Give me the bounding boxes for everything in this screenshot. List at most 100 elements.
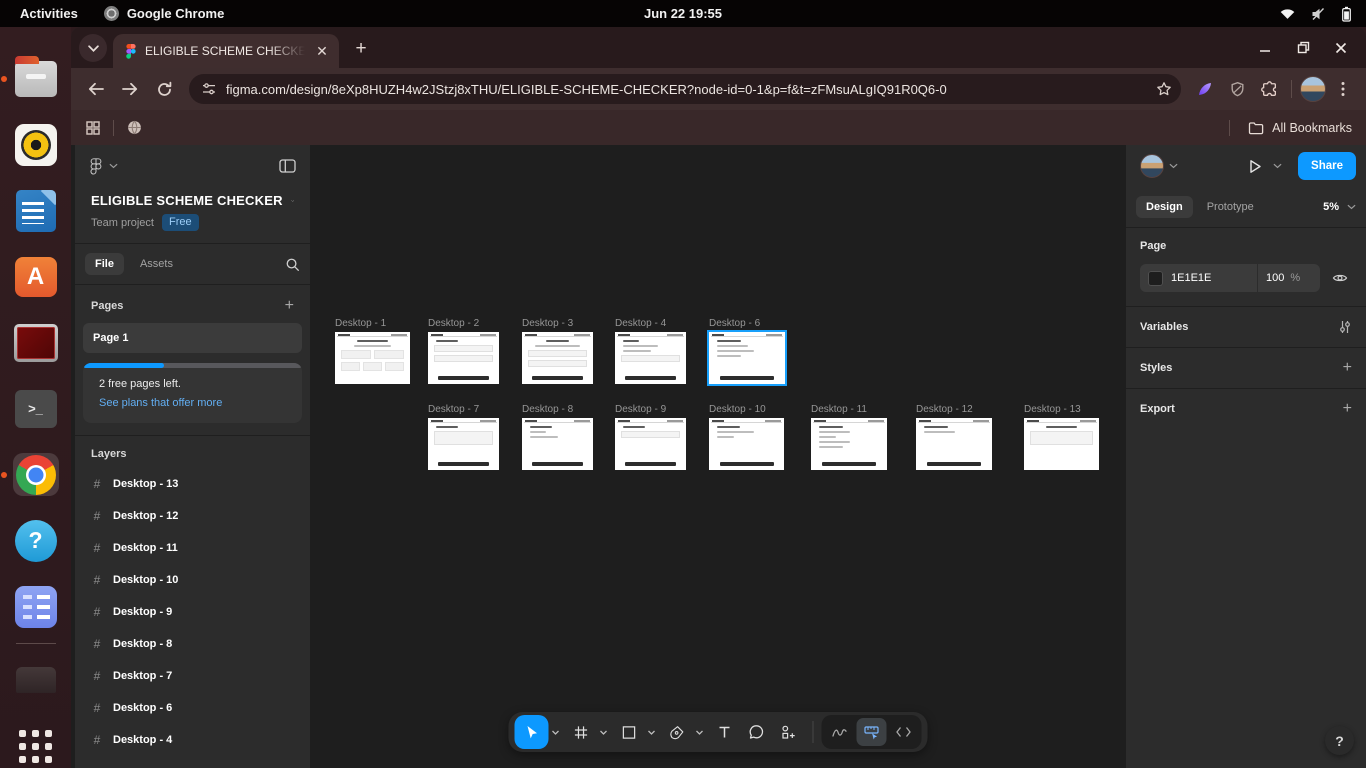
- frame-thumbnail[interactable]: [709, 332, 785, 384]
- frame-thumbnail[interactable]: [1024, 418, 1099, 470]
- present-button[interactable]: [1242, 153, 1268, 179]
- canvas-frame[interactable]: Desktop - 8: [522, 404, 593, 470]
- extensions-puzzle-icon[interactable]: [1255, 75, 1283, 103]
- variables-row[interactable]: Variables: [1126, 306, 1366, 347]
- address-bar[interactable]: figma.com/design/8eXp8HUZH4w2JStzj8xTHU/…: [189, 74, 1181, 104]
- tab-close-button[interactable]: ✕: [313, 42, 331, 60]
- frame-thumbnail[interactable]: [428, 418, 499, 470]
- activities-button[interactable]: Activities: [20, 6, 78, 21]
- frame-thumbnail[interactable]: [615, 332, 686, 384]
- visibility-eye-icon[interactable]: [1328, 266, 1352, 290]
- styles-row[interactable]: Styles +: [1126, 347, 1366, 388]
- frame-label[interactable]: Desktop - 10: [709, 404, 784, 415]
- frame-tool-chevron[interactable]: [597, 716, 611, 748]
- toggle-panel-icon[interactable]: [279, 159, 296, 173]
- canvas-frame[interactable]: Desktop - 11: [811, 404, 887, 470]
- profile-avatar[interactable]: [1300, 76, 1326, 102]
- dock-help[interactable]: ?: [13, 519, 59, 562]
- color-hex-value[interactable]: 1E1E1E: [1171, 272, 1211, 284]
- add-export-button[interactable]: +: [1343, 400, 1352, 418]
- page-item-selected[interactable]: Page 1: [83, 323, 302, 353]
- frame-label[interactable]: Desktop - 3: [522, 318, 593, 329]
- comment-tool-button[interactable]: [741, 716, 773, 748]
- dock-ubuntu-software[interactable]: A: [13, 255, 59, 298]
- share-button[interactable]: Share: [1298, 152, 1356, 180]
- layer-item[interactable]: #Desktop - 8: [75, 628, 310, 660]
- dock-red-terminal-app[interactable]: [13, 321, 59, 364]
- layer-item[interactable]: #Desktop - 9: [75, 596, 310, 628]
- figma-canvas[interactable]: Desktop - 1 Desktop - 2 Desktop - 3 Desk…: [310, 145, 1126, 768]
- zoom-chevron-icon[interactable]: [1347, 204, 1356, 210]
- dock-show-apps[interactable]: [13, 725, 59, 768]
- canvas-frame[interactable]: Desktop - 4: [615, 318, 686, 384]
- frame-thumbnail[interactable]: [428, 332, 499, 384]
- apps-shortcut-icon[interactable]: [85, 120, 101, 136]
- layer-item[interactable]: #Desktop - 4: [75, 724, 310, 756]
- frame-thumbnail[interactable]: [916, 418, 992, 470]
- pen-tool-button[interactable]: [661, 716, 693, 748]
- design-mode-button[interactable]: [857, 718, 887, 746]
- tab-design[interactable]: Design: [1136, 196, 1193, 218]
- dev-mode-button[interactable]: [889, 718, 919, 746]
- zoom-level[interactable]: 5%: [1323, 201, 1339, 213]
- feather-extension-icon[interactable]: [1191, 75, 1219, 103]
- restore-button[interactable]: [1288, 33, 1318, 63]
- layer-item[interactable]: #Desktop - 13: [75, 468, 310, 500]
- frame-label[interactable]: Desktop - 12: [916, 404, 992, 415]
- page-color-field[interactable]: 1E1E1E 100 %: [1140, 264, 1320, 292]
- tab-search-button[interactable]: [79, 34, 107, 62]
- frame-tool-button[interactable]: [565, 716, 597, 748]
- canvas-frame-selected[interactable]: Desktop - 6: [709, 318, 785, 384]
- close-window-button[interactable]: [1326, 33, 1356, 63]
- canvas-frame[interactable]: Desktop - 9: [615, 404, 686, 470]
- url-text[interactable]: figma.com/design/8eXp8HUZH4w2JStzj8xTHU/…: [226, 82, 1142, 97]
- frame-thumbnail[interactable]: [615, 418, 686, 470]
- frame-thumbnail[interactable]: [522, 332, 593, 384]
- tab-prototype[interactable]: Prototype: [1197, 196, 1264, 218]
- frame-label[interactable]: Desktop - 4: [615, 318, 686, 329]
- variables-sliders-icon[interactable]: [1338, 320, 1352, 334]
- file-name-row[interactable]: ELIGIBLE SCHEME CHECKER: [75, 187, 310, 210]
- frame-thumbnail[interactable]: [335, 332, 410, 384]
- add-page-button[interactable]: +: [285, 297, 294, 315]
- dock-terminal[interactable]: >_: [13, 387, 59, 430]
- layer-item[interactable]: #Desktop - 12: [75, 500, 310, 532]
- dock-files[interactable]: [13, 57, 59, 100]
- add-style-button[interactable]: +: [1343, 359, 1352, 377]
- dock-tasks[interactable]: [13, 585, 59, 628]
- tab-file[interactable]: File: [85, 253, 124, 275]
- focused-app-indicator[interactable]: Google Chrome: [104, 6, 225, 21]
- chevron-down-icon[interactable]: [109, 163, 118, 169]
- canvas-frame[interactable]: Desktop - 3: [522, 318, 593, 384]
- layer-item[interactable]: #Desktop - 7: [75, 660, 310, 692]
- present-chevron-icon[interactable]: [1273, 163, 1282, 169]
- forward-button[interactable]: [115, 74, 145, 104]
- browser-menu-button[interactable]: [1330, 76, 1356, 102]
- dock-removable-item[interactable]: [13, 659, 59, 702]
- layer-item[interactable]: #Desktop - 11: [75, 532, 310, 564]
- text-tool-button[interactable]: [709, 716, 741, 748]
- frame-label[interactable]: Desktop - 6: [709, 318, 785, 329]
- browser-tab[interactable]: ELIGIBLE SCHEME CHECKER ✕: [113, 34, 339, 68]
- see-plans-link[interactable]: See plans that offer more: [99, 397, 286, 409]
- export-row[interactable]: Export +: [1126, 388, 1366, 429]
- all-bookmarks-button[interactable]: All Bookmarks: [1229, 120, 1352, 136]
- shape-tool-button[interactable]: [613, 716, 645, 748]
- frame-label[interactable]: Desktop - 1: [335, 318, 410, 329]
- opacity-value[interactable]: 100: [1266, 272, 1284, 284]
- chevron-down-icon[interactable]: [1169, 163, 1178, 169]
- tab-assets[interactable]: Assets: [130, 253, 183, 275]
- opacity-field[interactable]: 100 %: [1258, 264, 1320, 292]
- frame-label[interactable]: Desktop - 7: [428, 404, 499, 415]
- dock-rhythmbox[interactable]: [13, 123, 59, 166]
- canvas-frame[interactable]: Desktop - 1: [335, 318, 410, 384]
- frame-label[interactable]: Desktop - 9: [615, 404, 686, 415]
- frame-label[interactable]: Desktop - 13: [1024, 404, 1099, 415]
- system-tray[interactable]: [1279, 6, 1352, 22]
- move-tool-button[interactable]: [515, 715, 549, 749]
- frame-label[interactable]: Desktop - 8: [522, 404, 593, 415]
- shape-tool-chevron[interactable]: [645, 716, 659, 748]
- clock[interactable]: Jun 22 19:55: [644, 6, 722, 21]
- frame-label[interactable]: Desktop - 11: [811, 404, 887, 415]
- color-swatch[interactable]: [1148, 271, 1163, 286]
